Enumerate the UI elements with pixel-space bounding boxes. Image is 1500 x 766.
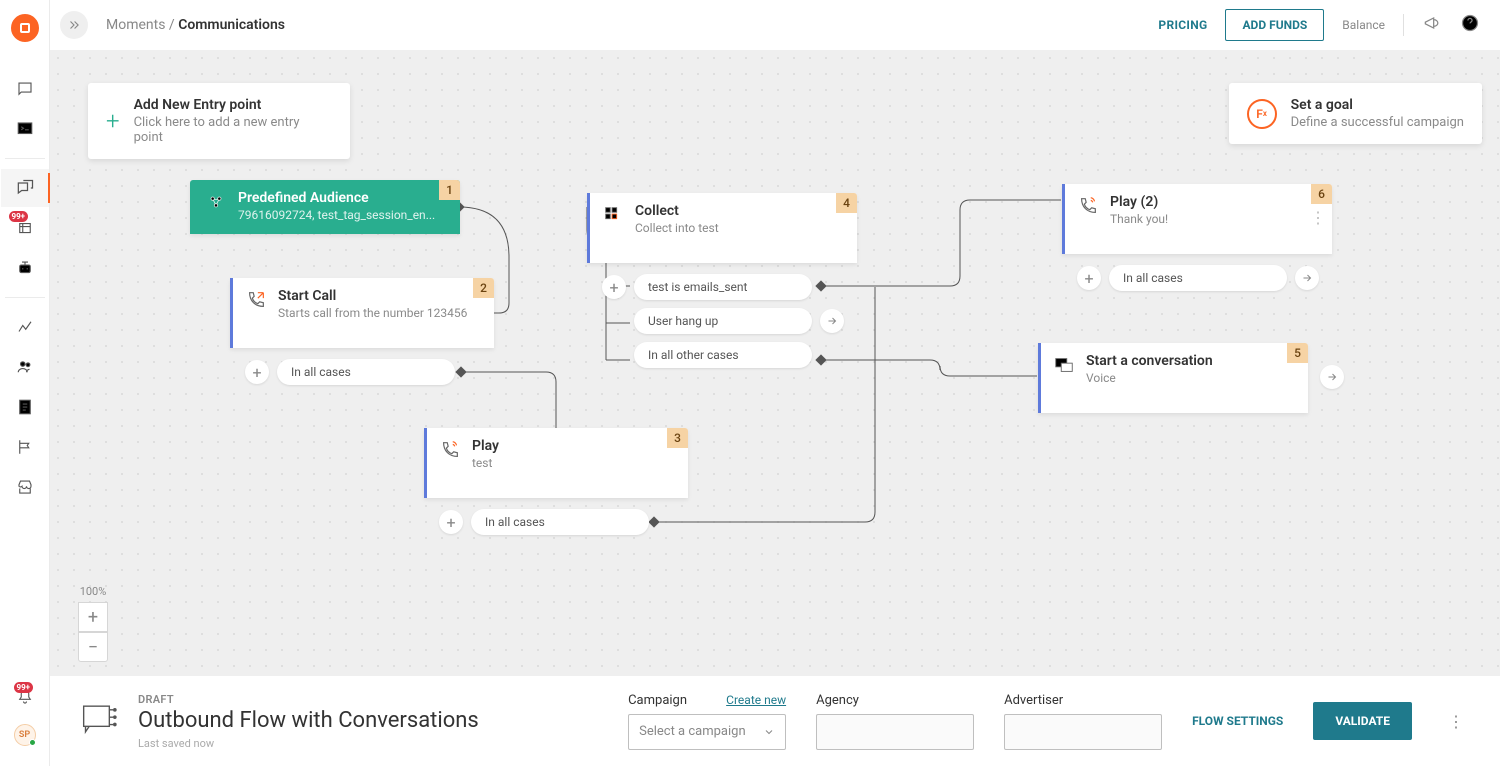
agency-input[interactable] xyxy=(816,714,974,750)
campaign-label: Campaign xyxy=(628,693,687,708)
chat-icon xyxy=(16,80,34,98)
people-icon xyxy=(16,358,34,376)
branch-chip[interactable]: In all cases xyxy=(471,509,649,535)
reports-icon xyxy=(16,438,34,456)
left-sidebar: 99+ 99+ SP xyxy=(0,0,50,766)
branch-arrow-button[interactable] xyxy=(1295,266,1319,290)
add-entry-point-card[interactable]: + Add New Entry point Click here to add … xyxy=(88,83,350,159)
goal-sub: Define a successful campaign xyxy=(1291,115,1464,130)
announce-icon[interactable] xyxy=(1422,13,1442,37)
balance-label: Balance xyxy=(1342,18,1385,32)
nav-item-reports[interactable] xyxy=(1,428,49,466)
node-number: 6 xyxy=(1311,184,1332,204)
node-start-call[interactable]: 2 Start Call Starts call from the number… xyxy=(230,278,494,348)
flow-icon xyxy=(80,697,120,745)
set-goal-card[interactable]: Fx Set a goal Define a successful campai… xyxy=(1229,83,1482,144)
node-number: 2 xyxy=(473,278,494,298)
node-out-button[interactable] xyxy=(1320,365,1344,389)
nav-item-1[interactable] xyxy=(1,70,49,108)
branch-arrow-button[interactable] xyxy=(820,309,844,333)
analytics-icon xyxy=(16,318,34,336)
validate-button[interactable]: VALIDATE xyxy=(1313,702,1412,740)
advertiser-label: Advertiser xyxy=(1004,693,1063,708)
bot-icon xyxy=(16,259,34,277)
add-branch-button[interactable]: + xyxy=(1077,266,1101,290)
nav-item-broadcast[interactable]: 99+ xyxy=(1,209,49,247)
nav-item-2[interactable] xyxy=(1,110,49,148)
add-branch-button[interactable]: + xyxy=(439,510,463,534)
breadcrumb: Moments / Communications xyxy=(106,17,285,33)
entry-title: Add New Entry point xyxy=(134,97,332,113)
play-icon xyxy=(1076,194,1100,218)
branch-chip[interactable]: In all cases xyxy=(1109,265,1287,291)
branch-chip[interactable]: test is emails_sent xyxy=(634,274,812,300)
add-branch-button[interactable]: + xyxy=(602,275,626,299)
node-play-2[interactable]: 6 ⋮ Play (2) Thank you! xyxy=(1062,184,1332,254)
more-menu-button[interactable]: ⋮ xyxy=(1442,706,1470,737)
nav-item-store[interactable] xyxy=(1,468,49,506)
topbar: Moments / Communications PRICING ADD FUN… xyxy=(50,0,1500,50)
collect-icon xyxy=(601,203,625,227)
collapse-button[interactable] xyxy=(60,11,88,39)
nav-item-analytics[interactable] xyxy=(1,308,49,346)
add-branch-button[interactable]: + xyxy=(245,360,269,384)
badge-99-bell: 99+ xyxy=(14,682,34,693)
node-number: 4 xyxy=(836,193,857,213)
conversation-icon xyxy=(1052,353,1076,377)
branch-chip[interactable]: User hang up xyxy=(634,308,812,334)
docs-icon xyxy=(16,398,34,416)
flow-settings-link[interactable]: FLOW SETTINGS xyxy=(1192,714,1283,728)
advertiser-input[interactable] xyxy=(1004,714,1162,750)
branch-chip[interactable]: In all cases xyxy=(277,359,455,385)
badge-99: 99+ xyxy=(9,211,29,222)
call-out-icon xyxy=(244,288,268,312)
node-start-conversation[interactable]: 5 Start a conversation Voice xyxy=(1038,343,1308,413)
nav-item-bot[interactable] xyxy=(1,249,49,287)
flow-name: Outbound Flow with Conversations xyxy=(138,708,479,733)
flow-status: DRAFT xyxy=(138,693,479,706)
node-play[interactable]: 3 Play test xyxy=(424,428,688,498)
flow-canvas[interactable]: + Add New Entry point Click here to add … xyxy=(50,50,1500,676)
store-icon xyxy=(16,478,34,496)
node-predefined-audience[interactable]: 1 Predefined Audience 79616092724, test_… xyxy=(190,180,460,234)
flow-saved: Last saved now xyxy=(138,737,479,750)
play-icon xyxy=(438,438,462,462)
entry-sub: Click here to add a new entry point xyxy=(134,115,332,145)
avatar[interactable]: SP xyxy=(14,724,36,746)
node-number: 5 xyxy=(1287,343,1308,363)
zoom-control: 100% + − xyxy=(78,585,108,662)
presence-dot xyxy=(29,739,36,746)
audience-icon xyxy=(204,190,228,214)
chevron-double-right-icon xyxy=(67,18,81,32)
node-menu-button[interactable]: ⋮ xyxy=(1310,208,1326,227)
campaign-select[interactable]: Select a campaign xyxy=(628,714,786,750)
branch-chip[interactable]: In all other cases xyxy=(634,342,812,368)
terminal-icon xyxy=(16,120,34,138)
node-number: 3 xyxy=(667,428,688,448)
zoom-out-button[interactable]: − xyxy=(78,632,108,662)
zoom-in-button[interactable]: + xyxy=(78,602,108,632)
goal-icon: Fx xyxy=(1247,99,1277,129)
node-collect[interactable]: 4 Collect Collect into test xyxy=(587,193,857,263)
bottom-bar: DRAFT Outbound Flow with Conversations L… xyxy=(50,676,1500,766)
agency-label: Agency xyxy=(816,693,859,708)
app-logo[interactable] xyxy=(11,14,39,42)
nav-item-moments[interactable] xyxy=(1,169,49,207)
add-funds-button[interactable]: ADD FUNDS xyxy=(1225,9,1324,41)
plus-icon: + xyxy=(106,107,120,135)
zoom-level: 100% xyxy=(80,585,107,598)
chevron-down-icon xyxy=(763,726,775,738)
pricing-link[interactable]: PRICING xyxy=(1158,18,1207,32)
help-icon[interactable] xyxy=(1460,13,1480,37)
notifications-bell[interactable]: 99+ xyxy=(16,688,34,710)
nav-item-people[interactable] xyxy=(1,348,49,386)
nav-item-docs[interactable] xyxy=(1,388,49,426)
goal-title: Set a goal xyxy=(1291,97,1464,113)
node-number: 1 xyxy=(439,180,460,200)
create-new-link[interactable]: Create new xyxy=(726,693,786,707)
moments-icon xyxy=(15,178,35,198)
